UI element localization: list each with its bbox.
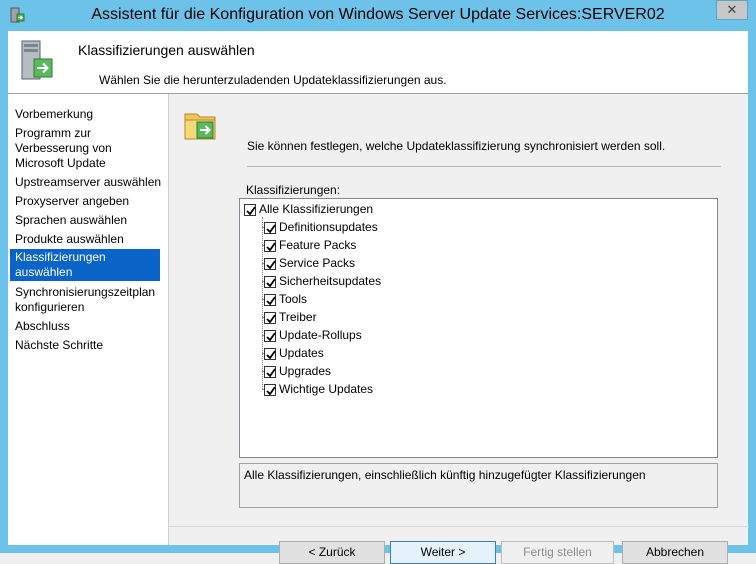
page-subtitle: Wählen Sie die herunterzuladenden Update…	[99, 73, 447, 87]
folder-update-icon	[184, 113, 216, 140]
wizard-main-panel: Sie können festlegen, welche Updateklass…	[168, 94, 749, 564]
tree-item-label: Wichtige Updates	[279, 382, 374, 396]
checkbox[interactable]	[264, 383, 276, 396]
intro-text: Sie können festlegen, welche Updateklass…	[247, 139, 666, 153]
nav-item-microsoft-update-program[interactable]: Programm zur Verbesserung von Microsoft …	[10, 126, 124, 171]
wizard-window: Assistent für die Konfiguration von Wind…	[0, 0, 756, 564]
tree-item[interactable]: Feature Packs	[264, 236, 356, 254]
tree-item-label: Treiber	[279, 310, 317, 324]
tree-item-label: Service Packs	[279, 256, 356, 270]
tree-item-root[interactable]: Alle Klassifizierungen	[244, 200, 373, 218]
tree-item[interactable]: Update-Rollups	[264, 326, 362, 344]
tree-item-label: Updates	[279, 346, 324, 360]
wizard-nav: Vorbemerkung Programm zur Verbesserung v…	[8, 94, 168, 545]
classifications-tree[interactable]: Alle Klassifizierungen Definitionsupdate…	[239, 198, 718, 458]
intro-separator	[247, 166, 721, 167]
checkbox[interactable]	[264, 239, 276, 252]
tree-item[interactable]: Wichtige Updates	[264, 380, 373, 398]
tree-item[interactable]: Definitionsupdates	[264, 218, 378, 236]
page-title: Klassifizierungen auswählen	[78, 42, 255, 58]
checkbox[interactable]	[264, 275, 276, 288]
wizard-header: Klassifizierungen auswählen Wählen Sie d…	[8, 31, 748, 93]
nav-item-proxy-server[interactable]: Proxyserver angeben	[10, 194, 170, 209]
tree-item[interactable]: Service Packs	[264, 254, 355, 272]
classifications-label: Klassifizierungen:	[246, 183, 341, 197]
window-title: Assistent für die Konfiguration von Wind…	[91, 6, 665, 23]
checkbox[interactable]	[264, 311, 276, 324]
checkbox[interactable]	[264, 347, 276, 360]
title-bar[interactable]: Assistent für die Konfiguration von Wind…	[0, 0, 756, 31]
tree-item-label: Feature Packs	[279, 238, 357, 252]
tree-item-label: Upgrades	[279, 364, 332, 378]
tree-item[interactable]: Upgrades	[264, 362, 331, 380]
nav-item-classifications[interactable]: Klassifizierungen auswählen	[10, 249, 160, 281]
button-divider	[169, 526, 749, 527]
tree-item-label: Tools	[279, 292, 308, 306]
tree-item-label: Definitionsupdates	[279, 220, 378, 234]
tree-item-label: Update-Rollups	[279, 328, 362, 342]
tree-item[interactable]: Treiber	[264, 308, 317, 326]
nav-item-finish[interactable]: Abschluss	[10, 319, 170, 334]
tree-item[interactable]: Updates	[264, 344, 324, 362]
nav-item-languages[interactable]: Sprachen auswählen	[10, 213, 170, 228]
tree-item[interactable]: Tools	[264, 290, 307, 308]
nav-item-sync-schedule[interactable]: Synchronisierungszeitplan konfigurieren	[10, 285, 170, 315]
checkbox[interactable]	[264, 293, 276, 306]
checkbox[interactable]	[264, 257, 276, 270]
classification-description: Alle Klassifizierungen, einschließlich k…	[239, 463, 718, 508]
tree-item[interactable]: Sicherheitsupdates	[264, 272, 381, 290]
server-update-icon	[21, 40, 53, 80]
nav-item-classifications-label: Klassifizierungen auswählen	[15, 250, 106, 279]
checkbox[interactable]	[264, 329, 276, 342]
tree-item-root-label: Alle Klassifizierungen	[259, 202, 374, 216]
nav-item-upstream-server[interactable]: Upstreamserver auswählen	[10, 175, 170, 190]
nav-item-products[interactable]: Produkte auswählen	[10, 232, 170, 247]
wizard-content: Klassifizierungen auswählen Wählen Sie d…	[8, 31, 749, 564]
checkbox[interactable]	[264, 221, 276, 234]
checkbox[interactable]	[264, 365, 276, 378]
checkbox-root[interactable]	[244, 203, 256, 216]
tree-item-label: Sicherheitsupdates	[279, 274, 382, 288]
nav-item-next-steps[interactable]: Nächste Schritte	[10, 338, 170, 353]
nav-item-vorbemerkung[interactable]: Vorbemerkung	[10, 107, 170, 122]
close-button[interactable]: ✕	[716, 0, 748, 20]
tree-connector	[262, 217, 263, 389]
